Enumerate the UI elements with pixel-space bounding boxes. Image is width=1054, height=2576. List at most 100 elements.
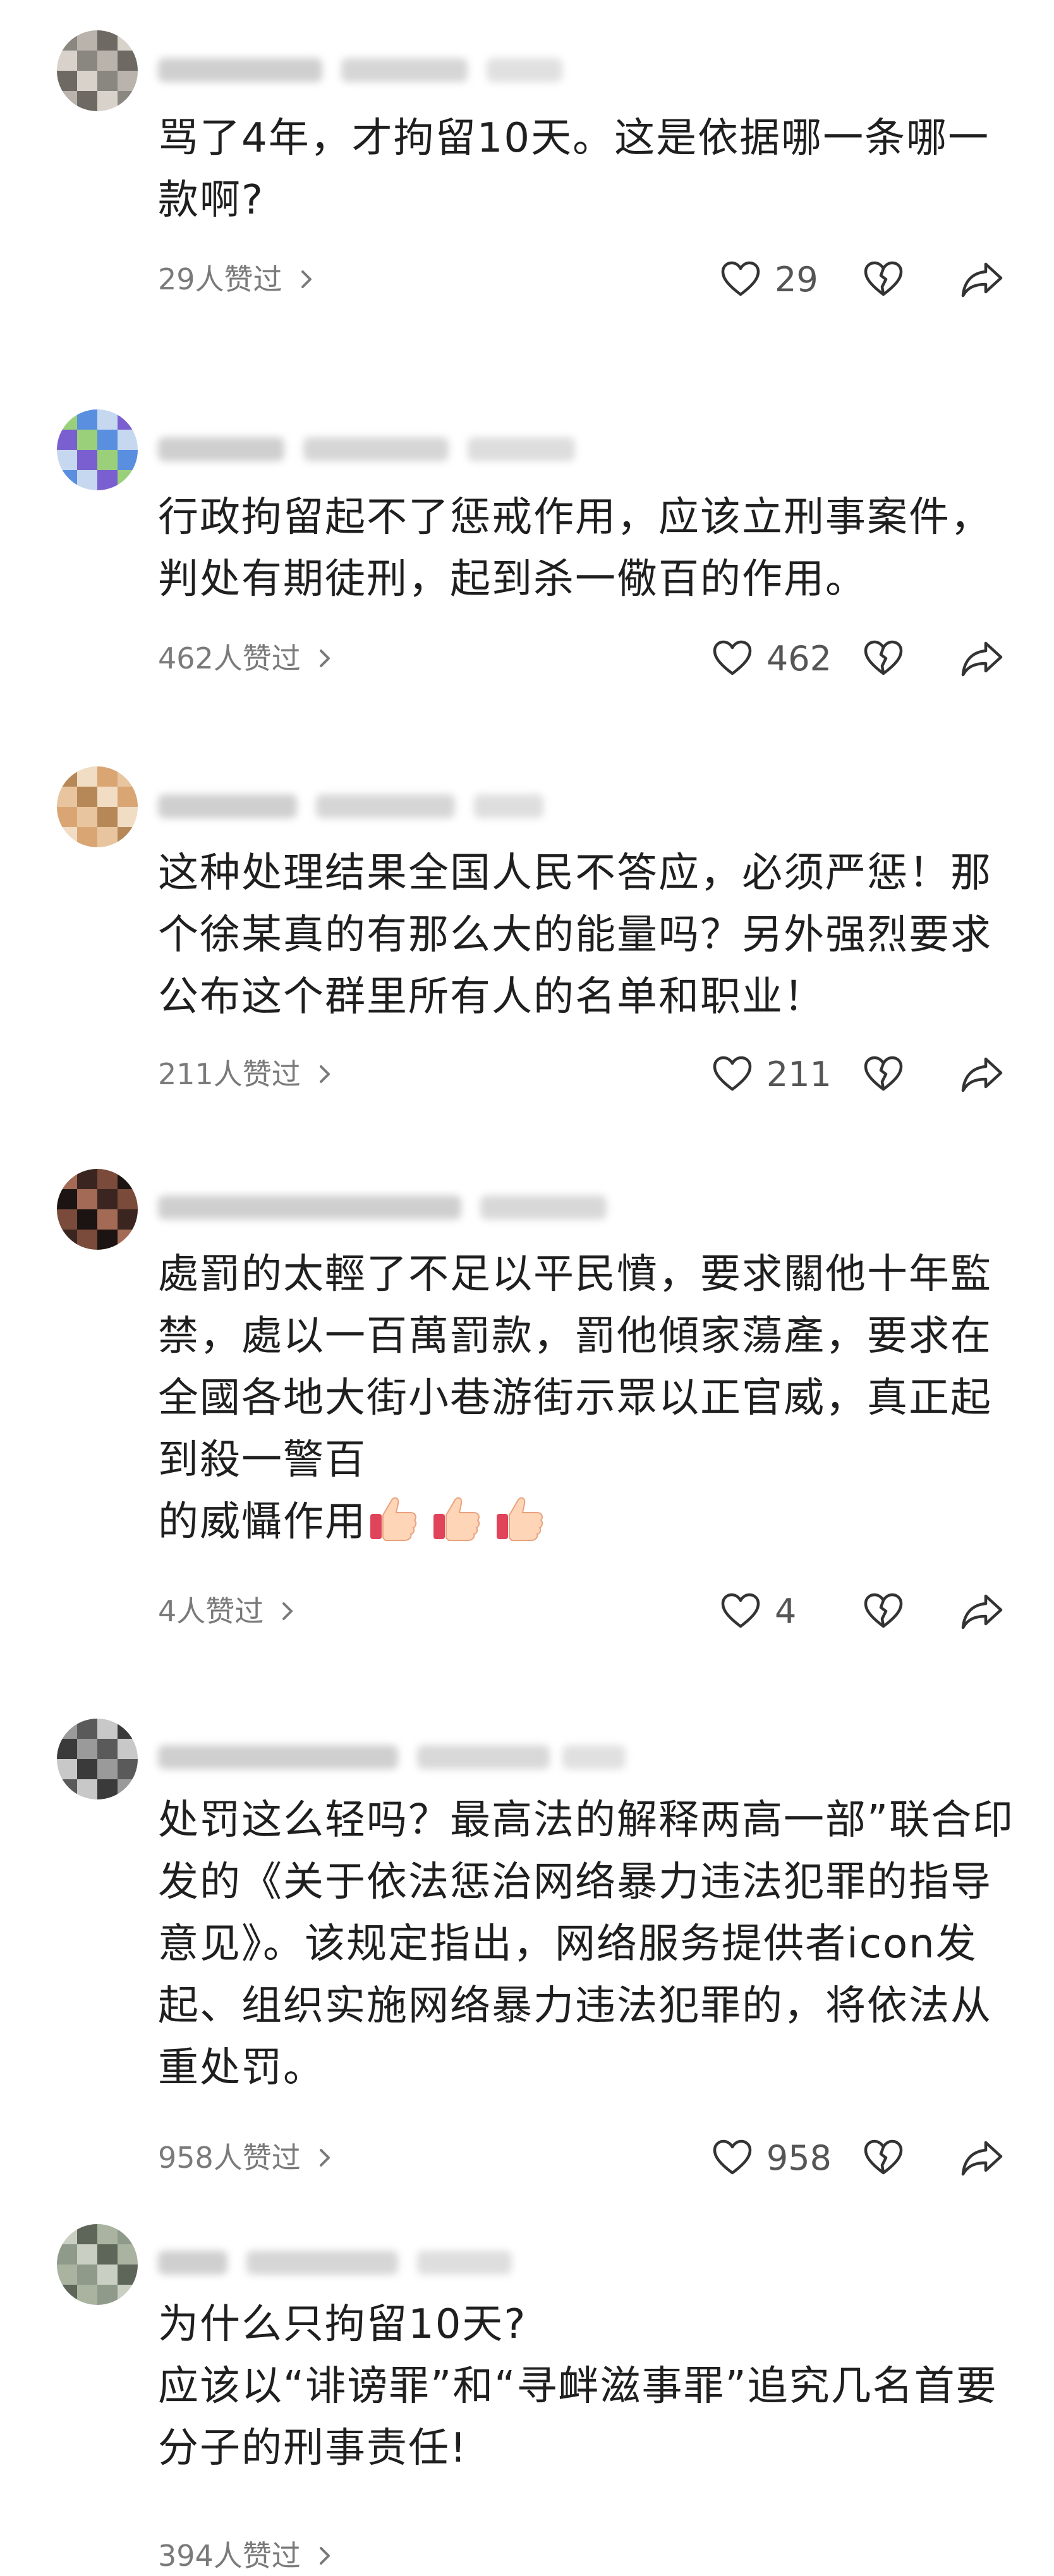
avatar-pixel: [97, 51, 118, 71]
avatar-pixel: [57, 1169, 77, 1189]
avatar-pixel: [57, 807, 77, 827]
heart-icon: [721, 261, 760, 296]
avatar[interactable]: [57, 766, 138, 847]
avatar-pixel: [118, 470, 138, 490]
avatar-pixel: [57, 30, 77, 51]
avatar-pixel: [97, 827, 118, 847]
broken-heart-icon: [864, 1593, 903, 1628]
avatar-pixel: [57, 827, 77, 847]
likes-summary-label: 29人赞过: [158, 262, 282, 296]
thumbs-up-emoji-icon: [370, 1497, 417, 1541]
avatar-pixel: [118, 51, 138, 71]
likes-summary-link[interactable]: 462人赞过: [158, 639, 337, 677]
comment-actions: 29: [720, 254, 1003, 305]
dislike-button[interactable]: [863, 260, 904, 298]
likes-summary-link[interactable]: 394人赞过: [158, 2537, 337, 2575]
avatar-pixel: [118, 1189, 138, 1209]
avatar-pixel: [97, 409, 118, 430]
like-button[interactable]: 29: [720, 260, 832, 299]
avatar-pixel: [118, 1169, 138, 1189]
avatar-pixel: [77, 2285, 97, 2305]
avatar-pixel: [77, 787, 97, 807]
share-button[interactable]: [960, 639, 1003, 677]
chevron-right-icon: [319, 2547, 330, 2565]
dislike-button[interactable]: [863, 2139, 904, 2177]
avatar-pixel: [97, 1169, 118, 1189]
likes-summary-link[interactable]: 211人赞过: [158, 1055, 337, 1093]
like-count: 958: [766, 2138, 832, 2178]
share-button[interactable]: [960, 260, 1003, 298]
heart-icon: [721, 1593, 760, 1628]
avatar-pixel: [77, 1719, 97, 1739]
avatar-pixel: [97, 1759, 118, 1779]
likes-summary-label: 394人赞过: [158, 2539, 301, 2573]
avatar-pixel: [57, 430, 77, 450]
avatar-pixel: [57, 2285, 77, 2305]
avatar[interactable]: [57, 409, 138, 490]
avatar-pixel: [57, 787, 77, 807]
share-button[interactable]: [960, 1592, 1003, 1630]
avatar[interactable]: [57, 30, 138, 111]
avatar-pixel: [57, 1230, 77, 1250]
comment-text: 为什么只拘留10天? 应该以“诽谤罪”和“寻衅滋事罪”追究几名首要分子的刑事责任…: [158, 2301, 998, 2472]
avatar-pixel: [57, 1719, 77, 1739]
comment-actions: 462: [712, 633, 1003, 684]
like-button[interactable]: 462: [712, 639, 832, 679]
avatar[interactable]: [57, 1169, 138, 1250]
username-blurred[interactable]: [158, 1738, 638, 1777]
like-button[interactable]: 211: [712, 1055, 832, 1094]
avatar-pixel: [77, 1169, 97, 1189]
likes-summary-label: 958人赞过: [158, 2141, 301, 2175]
avatar-pixel: [118, 30, 138, 51]
username-blurred[interactable]: [158, 430, 638, 469]
avatar-pixel: [57, 1759, 77, 1779]
avatar-pixel: [97, 766, 118, 787]
heart-icon: [713, 640, 752, 675]
likes-summary-label: 211人赞过: [158, 1057, 301, 1091]
avatar-pixel: [77, 766, 97, 787]
avatar-pixel: [97, 2265, 118, 2285]
avatar-pixel: [77, 1189, 97, 1209]
likes-summary-link[interactable]: 958人赞过: [158, 2139, 337, 2177]
likes-summary-link[interactable]: 4人赞过: [158, 1592, 300, 1630]
avatar-pixel: [97, 1209, 118, 1230]
share-icon: [961, 2141, 1003, 2176]
like-button[interactable]: 4: [720, 1592, 832, 1631]
username-blurred[interactable]: [158, 1188, 638, 1227]
avatar-pixel: [77, 1759, 97, 1779]
avatar-pixel: [57, 1739, 77, 1759]
avatar-pixel: [97, 1779, 118, 1799]
broken-heart-icon: [864, 640, 903, 675]
avatar-pixel: [57, 2244, 77, 2265]
dislike-button[interactable]: [863, 1055, 904, 1093]
avatar-pixel: [57, 51, 77, 71]
avatar-pixel: [97, 450, 118, 470]
avatar-pixel: [57, 2224, 77, 2244]
dislike-button[interactable]: [863, 639, 904, 677]
avatar-pixel: [77, 470, 97, 490]
likes-summary-link[interactable]: 29人赞过: [158, 260, 319, 298]
avatar-pixel: [97, 787, 118, 807]
avatar-pixel: [77, 430, 97, 450]
avatar-pixel: [118, 2224, 138, 2244]
avatar-pixel: [118, 2265, 138, 2285]
comment-text: 行政拘留起不了惩戒作用，应该立刑事案件，判处有期徒刑，起到杀一儆百的作用。: [158, 494, 992, 603]
username-blurred[interactable]: [158, 2243, 638, 2282]
avatar[interactable]: [57, 1719, 138, 1799]
share-button[interactable]: [960, 1055, 1003, 1093]
dislike-button[interactable]: [863, 1592, 904, 1630]
avatar-pixel: [57, 409, 77, 430]
avatar-pixel: [57, 71, 77, 91]
username-blurred[interactable]: [158, 787, 638, 826]
avatar-pixel: [118, 430, 138, 450]
heart-icon: [713, 2139, 752, 2175]
like-button[interactable]: 958: [712, 2138, 832, 2178]
avatar-pixel: [77, 450, 97, 470]
share-button[interactable]: [960, 2139, 1003, 2177]
avatar-pixel: [57, 470, 77, 490]
username-blurred[interactable]: [158, 51, 638, 90]
broken-heart-icon: [864, 1056, 903, 1091]
broken-heart-icon: [864, 261, 903, 296]
avatar[interactable]: [57, 2224, 138, 2305]
avatar-pixel: [118, 766, 138, 787]
